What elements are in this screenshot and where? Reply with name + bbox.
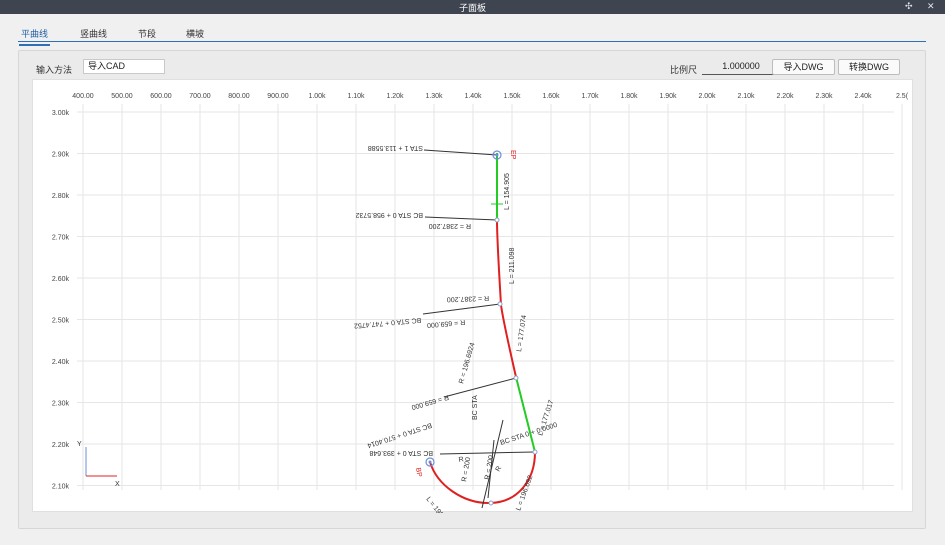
x-tick-label: 500.00 — [111, 93, 133, 100]
arc-upper — [496, 219, 502, 306]
plot-canvas[interactable]: 400.00 500.00 600.00 700.00 800.00 900.00 1.00… — [32, 79, 914, 529]
curve-annotations: STA 1 + 113.5588 EP L = 154.905 BC STA 0… — [354, 144, 559, 529]
x-tick-label: 1.50k — [503, 93, 521, 100]
label-l-1: L = 211.098 — [509, 247, 516, 284]
x-tick-label: 1.70k — [581, 93, 599, 100]
x-tick-label: 1.10k — [347, 93, 365, 100]
y-tick-label: 2.20k — [52, 442, 70, 449]
x-tick-label: 1.30k — [425, 93, 443, 100]
label-sta-end: STA 1 + 113.5588 — [368, 144, 423, 151]
x-tick-label: 2.00k — [698, 93, 716, 100]
y-tick-label: 2.80k — [52, 193, 70, 200]
pin-icon[interactable]: ✣ — [905, 1, 913, 12]
node-5 — [488, 500, 494, 506]
label-r-1: R = 2387.200 — [429, 222, 471, 229]
y-tick-label: 2.50k — [52, 318, 70, 325]
y-tick-label: 2.10k — [52, 484, 70, 491]
title-bar: 子面板 ✣ ✕ — [0, 0, 945, 14]
main-panel: 输入方法 导入CAD 比例尺 1.000000 导入DWG 转换DWG 400.… — [18, 50, 926, 529]
x-tick-label: 400.00 — [72, 93, 94, 100]
convert-dwg-button[interactable]: 转换DWG — [838, 59, 900, 75]
tab-segment[interactable]: 节段 — [138, 27, 156, 40]
tab-horizontal-curve[interactable]: 平曲线 — [18, 27, 51, 46]
input-method-label: 输入方法 — [36, 65, 73, 75]
alignment-plot[interactable]: 400.00 500.00 600.00 700.00 800.00 900.00 1.00… — [33, 80, 914, 529]
tab-bar: 平曲线 竖曲线 节段 横坡 — [18, 24, 926, 46]
label-bc-2: BC STA 0 + 747.4752 — [354, 316, 422, 329]
arc-middle — [500, 304, 517, 378]
window-title: 子面板 — [458, 3, 486, 13]
x-tick-label: 2.20k — [776, 93, 794, 100]
x-tick-label: 600.00 — [150, 93, 172, 100]
import-dwg-button[interactable]: 导入DWG — [772, 59, 835, 75]
label-r-6: R — [458, 456, 464, 464]
x-tick-label: 800.00 — [228, 93, 250, 100]
y-tick-label: 2.90k — [52, 152, 70, 159]
x-tick-label: 1.40k — [464, 93, 482, 100]
y-tick-label: 2.70k — [52, 235, 70, 242]
label-r-3a: R = 196.6924 — [458, 342, 476, 385]
leader-lines — [422, 149, 535, 509]
node-3 — [513, 375, 519, 381]
x-tick-label: 2.30k — [815, 93, 833, 100]
x-tick-label: 1.00k — [308, 93, 326, 100]
x-tick-label: 2.5( — [896, 93, 909, 100]
arc-bottom — [429, 451, 536, 505]
label-r-2a: R = 2387.200 — [447, 294, 490, 302]
label-l-top: L = 154.905 — [504, 173, 511, 210]
y-tick-label: 2.30k — [52, 401, 70, 408]
y-axis-tick-labels: 3.00k 2.90k 2.80k 2.70k 2.60k 2.50k 2.40k 2.30k… — [52, 110, 70, 491]
label-r-3b: R = 659.000 — [410, 393, 449, 410]
scale-field[interactable]: 1.000000 — [702, 60, 780, 75]
label-ep-top: EP — [509, 150, 516, 160]
x-tick-label: 700.00 — [189, 93, 211, 100]
x-tick-label: 900.00 — [267, 93, 289, 100]
close-icon[interactable]: ✕ — [927, 1, 935, 12]
y-tick-label: 2.40k — [52, 359, 70, 366]
x-tick-label: 1.80k — [620, 93, 638, 100]
label-r-5: R = 200 — [484, 455, 495, 481]
x-tick-label: 2.40k — [854, 93, 872, 100]
y-tick-label: 3.00k — [52, 110, 70, 117]
x-tick-label: 1.90k — [659, 93, 677, 100]
label-bc-5: BC STA 0 + 393.648 — [369, 449, 433, 456]
tab-vertical-curve[interactable]: 竖曲线 — [80, 27, 107, 40]
node-1 — [494, 217, 500, 223]
label-l-2: L = 177.074 — [516, 315, 528, 353]
x-tick-label: 1.20k — [386, 93, 404, 100]
node-2 — [497, 301, 503, 307]
label-r-7: R — [495, 465, 504, 473]
y-tick-label: 2.60k — [52, 276, 70, 283]
input-method-field[interactable]: 导入CAD — [83, 59, 165, 74]
x-tick-label: 1.60k — [542, 93, 560, 100]
label-bc-v: BC STA — [472, 395, 479, 420]
x-tick-label: 2.10k — [737, 93, 755, 100]
x-axis-tick-labels: 400.00 500.00 600.00 700.00 800.00 900.00 1.00… — [72, 93, 908, 100]
axis-x-label: X — [115, 481, 120, 488]
label-bc-1: BC STA 0 + 958.5732 — [356, 211, 423, 218]
label-l-4: L = 196.692 — [424, 496, 452, 513]
axis-y-label: Y — [77, 441, 82, 448]
tab-cross-slope[interactable]: 横坡 — [186, 27, 204, 40]
node-4 — [532, 449, 538, 455]
label-bp: BP — [414, 467, 423, 478]
scale-label: 比例尺 — [670, 65, 698, 75]
